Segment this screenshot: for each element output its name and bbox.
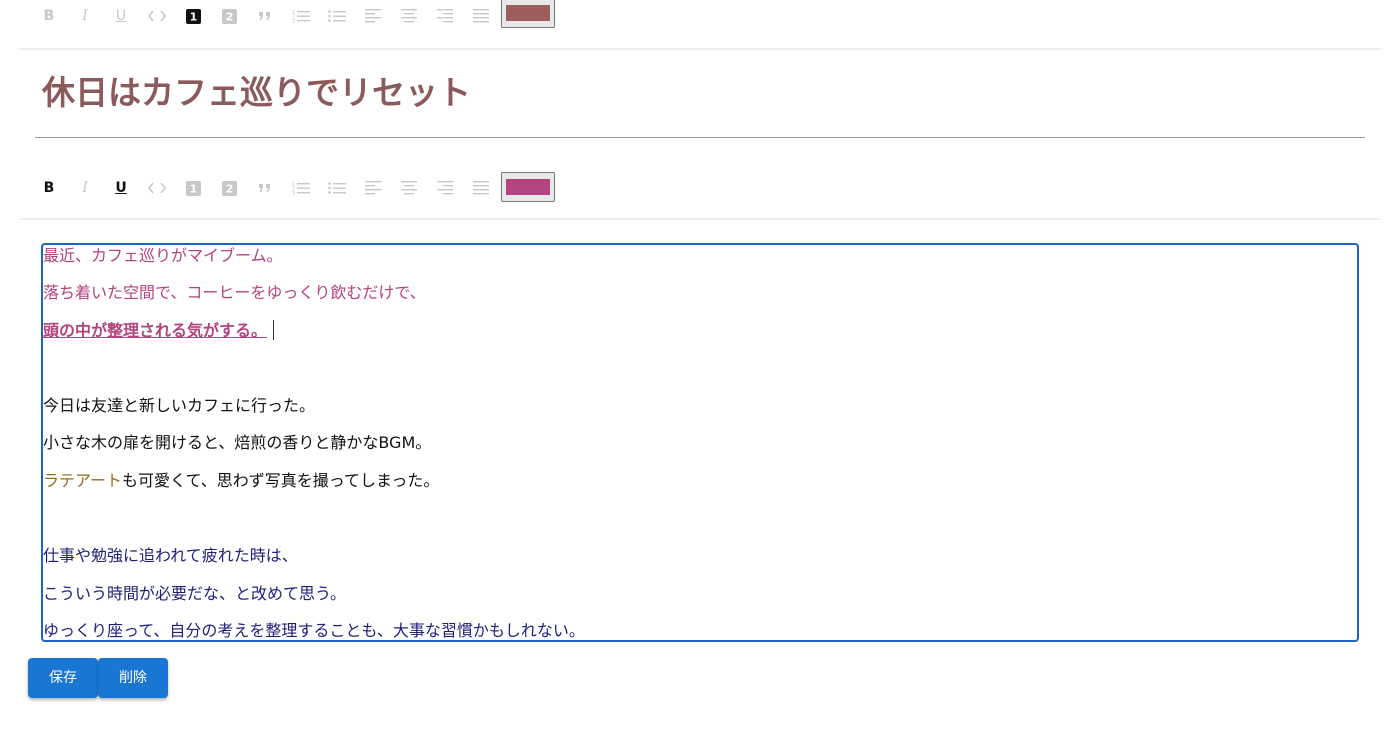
bold-icon: B [43,180,55,196]
ordered-list-icon: 123 [292,10,310,23]
bullet-list-icon [328,182,346,194]
body-toolbar: B I U 1 2 123 [20,172,1380,220]
bullet-list-button[interactable] [326,177,348,199]
rich-text-editor[interactable]: 最近、カフェ巡りがマイブーム。 落ち着いた空間で、コーヒーをゆっくり飲むだけで、… [41,243,1359,642]
italic-button[interactable]: I [74,5,96,27]
delete-button[interactable]: 削除 [98,658,168,698]
align-right-button[interactable] [434,5,456,27]
italic-icon: I [82,180,88,196]
ordered-list-icon: 123 [292,182,310,195]
editor-paragraph: 小さな木の扉を開けると、焙煎の香りと静かなBGM。 [43,433,432,452]
underline-button[interactable]: U [110,177,132,199]
text-color-picker[interactable] [501,172,555,202]
code-icon [148,182,166,194]
align-left-icon [365,181,381,195]
align-justify-icon [473,9,489,23]
bold-button[interactable]: B [38,177,60,199]
svg-text:3: 3 [292,191,295,195]
svg-text:1: 1 [189,182,197,195]
save-button[interactable]: 保存 [28,658,98,698]
code-button[interactable] [146,177,168,199]
underline-icon: U [115,8,127,24]
ordered-list-button[interactable]: 123 [290,5,312,27]
editor-paragraph: 仕事や勉強に追われて疲れた時は、 [43,546,298,565]
code-icon [148,10,166,22]
text-caret [273,320,275,340]
heading-2-icon: 2 [221,8,237,24]
align-left-button[interactable] [362,5,384,27]
heading-2-button[interactable]: 2 [218,5,240,27]
heading-2-button[interactable]: 2 [218,177,240,199]
text-run: も可愛くて、思わず写真を撮ってしまった。 [122,471,440,490]
align-center-button[interactable] [398,5,420,27]
italic-icon: I [82,8,88,24]
text-color-swatch [506,5,550,21]
align-left-button[interactable] [362,177,384,199]
blockquote-icon [259,184,270,192]
heading-1-button[interactable]: 1 [182,177,204,199]
text-color-swatch [506,179,550,195]
editor-paragraph: 今日は友達と新しいカフェに行った。 [43,396,316,415]
blockquote-button[interactable] [254,5,276,27]
align-right-icon [437,181,453,195]
svg-text:2: 2 [225,10,233,23]
svg-text:1: 1 [189,10,197,23]
bullet-list-icon [328,10,346,22]
text-color-picker[interactable] [501,0,555,28]
editor-paragraph: 頭の中が整理される気がする。 [43,320,275,342]
editor-paragraph: ゆっくり座って、自分の考えを整理することも、大事な習慣かもしれない。 [43,621,585,640]
align-center-button[interactable] [398,177,420,199]
bold-button[interactable]: B [38,5,60,27]
align-center-icon [401,181,417,195]
editor-paragraph: 落ち着いた空間で、コーヒーをゆっくり飲むだけで、 [43,283,426,302]
title-toolbar: B I U 1 2 123 [20,0,1380,50]
align-left-icon [365,9,381,23]
heading-1-icon: 1 [185,8,201,24]
heading-2-icon: 2 [221,180,237,196]
align-justify-button[interactable] [470,177,492,199]
svg-text:3: 3 [292,19,295,23]
align-justify-icon [473,181,489,195]
heading-1-icon: 1 [185,180,201,196]
align-justify-button[interactable] [470,5,492,27]
ordered-list-button[interactable]: 123 [290,177,312,199]
heading-1-button[interactable]: 1 [182,5,204,27]
bold-icon: B [43,8,55,24]
editor-paragraph: ラテアートも可愛くて、思わず写真を撮ってしまった。 [43,470,439,492]
title-divider [35,137,1365,138]
align-right-button[interactable] [434,177,456,199]
editor-paragraph: こういう時間が必要だな、と改めて思う。 [43,584,347,603]
bullet-list-button[interactable] [326,5,348,27]
svg-text:2: 2 [225,182,233,195]
blockquote-button[interactable] [254,177,276,199]
selected-text: 頭の中が整理される気がする。 [43,321,268,340]
code-button[interactable] [146,5,168,27]
underline-icon: U [115,180,127,196]
align-right-icon [437,9,453,23]
align-center-icon [401,9,417,23]
underline-button[interactable]: U [110,5,132,27]
blockquote-icon [259,12,270,20]
post-title[interactable]: 休日はカフェ巡りでリセット [42,68,471,118]
editor-paragraph: 最近、カフェ巡りがマイブーム。 [43,246,283,265]
highlighted-text: ラテアート [43,471,123,490]
italic-button[interactable]: I [74,177,96,199]
